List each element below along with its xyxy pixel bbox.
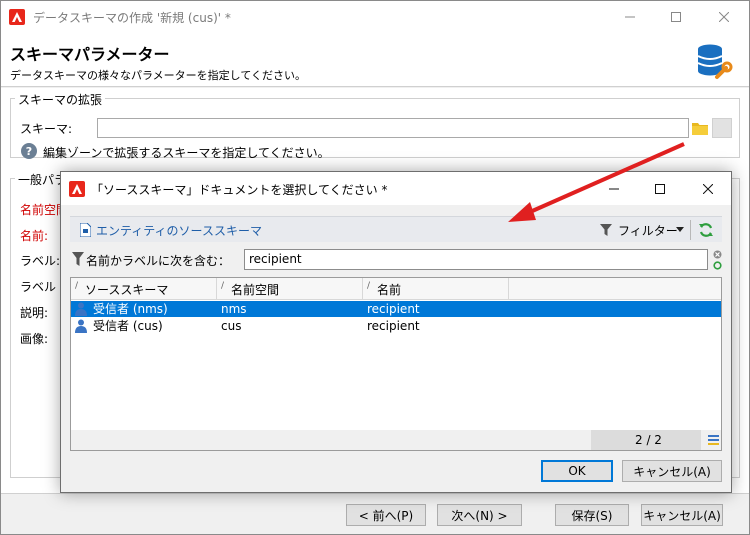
- annotation-arrow-icon: [508, 142, 685, 222]
